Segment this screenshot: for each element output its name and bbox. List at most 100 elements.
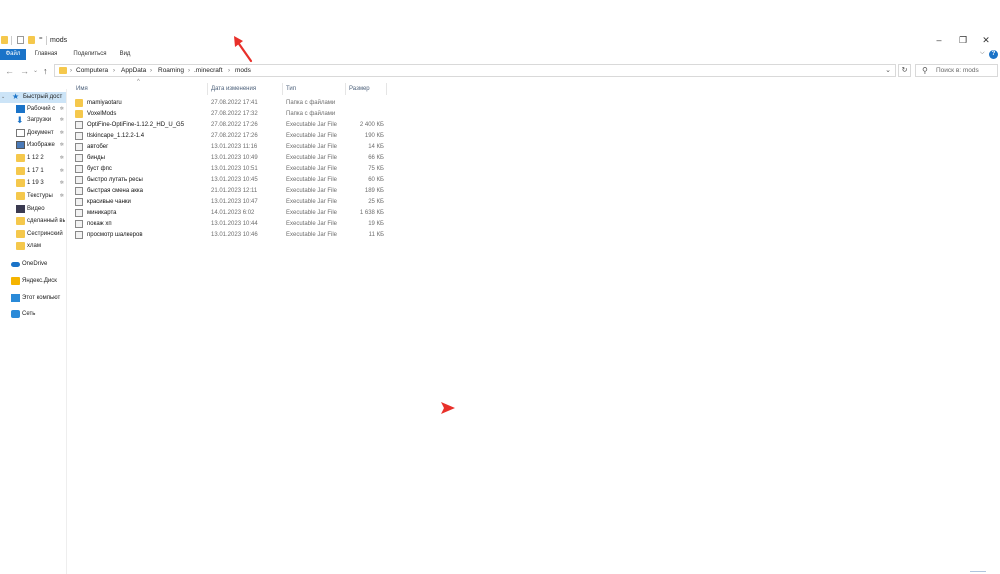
file-date: 21.01.2023 12:11 xyxy=(211,188,258,194)
breadcrumb-roaming[interactable]: Roaming xyxy=(158,67,184,75)
new-folder-icon[interactable] xyxy=(28,36,35,44)
sidebar-item-pictures[interactable]: Изображе ✲ xyxy=(0,140,66,151)
file-row[interactable]: mamiyaotaru 27.08.2022 17:41 Папка с фай… xyxy=(72,98,392,109)
file-date: 27.08.2022 17:26 xyxy=(211,122,258,128)
file-date: 13.01.2023 10:44 xyxy=(211,221,258,227)
sidebar-item-video[interactable]: Видео xyxy=(0,204,66,215)
sidebar-item-label: Изображе xyxy=(27,142,55,148)
file-row[interactable]: tlskincape_1.12.2-1.4 27.08.2022 17:26 E… xyxy=(72,131,392,142)
tab-share[interactable]: Поделиться xyxy=(68,49,112,60)
column-header-size[interactable]: Размер xyxy=(349,83,385,95)
column-divider[interactable] xyxy=(345,83,346,95)
forward-button[interactable]: → xyxy=(20,65,29,77)
file-row[interactable]: покаж хп 13.01.2023 10:44 Executable Jar… xyxy=(72,219,392,230)
file-size: 2 400 КБ xyxy=(359,122,384,128)
breadcrumb-separator[interactable]: › xyxy=(188,67,190,75)
breadcrumb-separator[interactable]: › xyxy=(228,67,230,75)
file-name: OptiFine-OptiFine-1.12.2_HD_U_G5 xyxy=(87,122,185,128)
jar-file-icon xyxy=(75,132,83,140)
file-date: 27.08.2022 17:41 xyxy=(211,100,258,106)
video-icon xyxy=(16,205,25,213)
sidebar-item-label: Сестринский xyxy=(27,231,63,237)
file-row[interactable]: красивые чанки 13.01.2023 10:47 Executab… xyxy=(72,197,392,208)
folder-icon xyxy=(75,99,83,107)
jar-file-icon xyxy=(75,121,83,129)
pin-icon: ✲ xyxy=(59,130,64,136)
file-row[interactable]: миникарта 14.01.2023 6:02 Executable Jar… xyxy=(72,208,392,219)
file-row[interactable]: буст фпс 13.01.2023 10:51 Executable Jar… xyxy=(72,164,392,175)
sidebar-item-quick-access[interactable]: ⌄ ★ Быстрый дост xyxy=(0,92,66,103)
network-icon xyxy=(11,310,20,318)
sidebar-item-1-17-1[interactable]: 1 17 1 ✲ xyxy=(0,166,66,177)
file-row[interactable]: VoxelMods 27.08.2022 17:32 Папка с файла… xyxy=(72,109,392,120)
file-row[interactable]: бинды 13.01.2023 10:49 Executable Jar Fi… xyxy=(72,153,392,164)
file-row[interactable]: просмотр шалкеров 13.01.2023 10:46 Execu… xyxy=(72,230,392,241)
tab-file[interactable]: Файл xyxy=(0,49,26,60)
folder-icon xyxy=(16,217,25,225)
sidebar-item-made[interactable]: сделанный вы xyxy=(0,216,66,227)
sidebar-item-yandex-disk[interactable]: Яндекс.Диск xyxy=(0,276,66,287)
file-type: Executable Jar File xyxy=(286,221,338,227)
maximize-button[interactable]: ❐ xyxy=(953,34,973,47)
minimize-button[interactable]: – xyxy=(929,34,949,47)
properties-icon[interactable] xyxy=(17,36,24,44)
up-button[interactable]: ↑ xyxy=(43,65,48,77)
sidebar-item-onedrive[interactable]: OneDrive xyxy=(0,259,66,270)
file-row[interactable]: автобег 13.01.2023 11:16 Executable Jar … xyxy=(72,142,392,153)
folder-icon xyxy=(16,192,25,200)
window-title: mods xyxy=(50,37,68,44)
column-divider[interactable] xyxy=(386,83,387,95)
file-row[interactable]: OptiFine-OptiFine-1.12.2_HD_U_G5 27.08.2… xyxy=(72,120,392,131)
file-type: Executable Jar File xyxy=(286,210,338,216)
sidebar-item-downloads[interactable]: ⬇ Загрузки ✲ xyxy=(0,115,66,126)
breadcrumb-separator[interactable]: › xyxy=(150,67,152,75)
file-type: Executable Jar File xyxy=(286,166,338,172)
help-icon[interactable]: ? xyxy=(989,50,998,59)
address-bar[interactable]: › Computera › AppData › Roaming › .minec… xyxy=(54,64,896,77)
jar-file-icon xyxy=(75,154,83,162)
column-header-name[interactable]: Имя xyxy=(76,83,206,95)
column-divider[interactable] xyxy=(282,83,283,95)
search-input[interactable]: ⚲ Поиск в: mods xyxy=(915,64,998,77)
customize-toolbar-icon[interactable]: = xyxy=(39,36,43,42)
tab-home[interactable]: Главная xyxy=(30,49,62,60)
sidebar-item-textures[interactable]: Текстуры ✲ xyxy=(0,191,66,202)
address-dropdown-icon[interactable]: ⌄ xyxy=(885,66,891,74)
sidebar-item-documents[interactable]: Документ ✲ xyxy=(0,128,66,139)
column-header-type[interactable]: Тип xyxy=(286,83,344,95)
column-divider[interactable] xyxy=(207,83,208,95)
pin-icon: ✲ xyxy=(59,193,64,199)
jar-file-icon xyxy=(75,176,83,184)
recent-locations-button[interactable]: ⌄ xyxy=(33,65,38,77)
breadcrumb-computera[interactable]: Computera xyxy=(76,67,108,75)
sidebar-item-desktop[interactable]: Рабочий с ✲ xyxy=(0,104,66,115)
tab-view[interactable]: Вид xyxy=(115,49,135,60)
column-header-date[interactable]: Дата изменения xyxy=(211,83,281,95)
file-name: миникарта xyxy=(87,210,117,216)
breadcrumb-separator[interactable]: › xyxy=(113,67,115,75)
refresh-button[interactable]: ↻ xyxy=(898,64,911,77)
chevron-down-icon[interactable]: ⌄ xyxy=(1,94,5,100)
file-row[interactable]: быстро лутать ресы 13.01.2023 10:45 Exec… xyxy=(72,175,392,186)
file-date: 14.01.2023 6:02 xyxy=(211,210,255,216)
back-button[interactable]: ← xyxy=(5,65,14,77)
close-button[interactable]: ✕ xyxy=(976,34,996,47)
sidebar-item-1-19-3[interactable]: 1 19 3 ✲ xyxy=(0,178,66,189)
sidebar-item-1-12-2[interactable]: 1 12 2 ✲ xyxy=(0,153,66,164)
ribbon-tabs: Файл Главная Поделиться Вид ⌵ ? xyxy=(0,49,1000,61)
breadcrumb-appdata[interactable]: AppData xyxy=(121,67,146,75)
breadcrumb-mods[interactable]: mods xyxy=(235,67,251,75)
sidebar-item-network[interactable]: Сеть xyxy=(0,309,66,320)
sidebar-item-label: Текстуры xyxy=(27,193,53,199)
file-type: Executable Jar File xyxy=(286,177,338,183)
breadcrumb-minecraft[interactable]: .minecraft xyxy=(194,67,223,75)
expand-ribbon-icon[interactable]: ⌵ xyxy=(980,50,985,57)
file-name: буст фпс xyxy=(87,166,112,172)
sidebar-item-label: Быстрый дост xyxy=(23,94,63,100)
sidebar-item-sisterly[interactable]: Сестринский xyxy=(0,229,66,240)
sidebar-item-junk[interactable]: хлам xyxy=(0,241,66,252)
sidebar-item-this-pc[interactable]: Этот компьют xyxy=(0,293,66,304)
file-row[interactable]: быстрая смена акка 21.01.2023 12:11 Exec… xyxy=(72,186,392,197)
onedrive-icon xyxy=(11,262,20,267)
folder-icon xyxy=(59,67,67,74)
